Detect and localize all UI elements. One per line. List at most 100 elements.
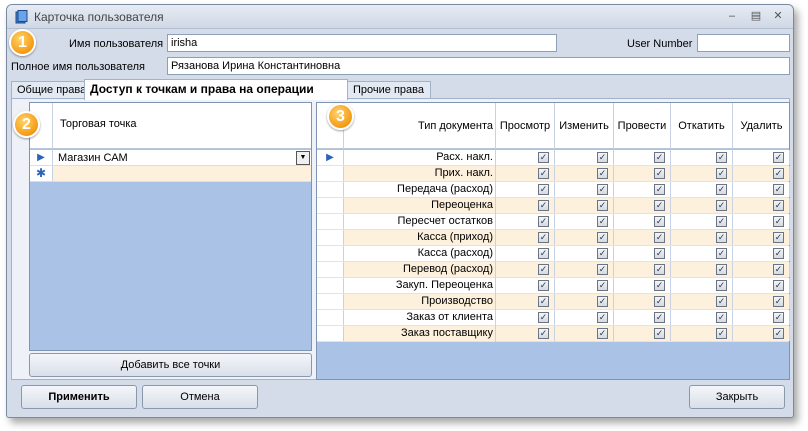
column-divider — [732, 182, 733, 197]
document-rights-row[interactable]: Заказ от клиента ✓ ✓ ✓ ✓ ✓ — [317, 310, 790, 326]
permission-checkbox[interactable]: ✓ — [654, 152, 665, 163]
permission-checkbox[interactable]: ✓ — [597, 168, 608, 179]
sales-point-row[interactable]: ▶ Магазин САМ ▼ — [30, 150, 311, 166]
permission-checkbox[interactable]: ✓ — [597, 184, 608, 195]
document-rights-row[interactable]: Касса (приход) ✓ ✓ ✓ ✓ ✓ — [317, 230, 790, 246]
permission-checkbox[interactable]: ✓ — [654, 216, 665, 227]
permission-checkbox[interactable]: ✓ — [716, 264, 727, 275]
permission-checkbox[interactable]: ✓ — [654, 184, 665, 195]
column-divider — [670, 230, 671, 245]
permission-checkbox[interactable]: ✓ — [597, 216, 608, 227]
new-row[interactable]: ✱ — [30, 166, 311, 182]
permission-checkbox[interactable]: ✓ — [773, 328, 784, 339]
permission-checkbox[interactable]: ✓ — [716, 232, 727, 243]
permission-checkbox[interactable]: ✓ — [597, 152, 608, 163]
document-rights-row[interactable]: Производство ✓ ✓ ✓ ✓ ✓ — [317, 294, 790, 310]
permission-checkbox[interactable]: ✓ — [654, 296, 665, 307]
permission-checkbox[interactable]: ✓ — [773, 248, 784, 259]
permission-checkbox[interactable]: ✓ — [538, 248, 549, 259]
permission-checkbox[interactable]: ✓ — [654, 200, 665, 211]
permission-checkbox[interactable]: ✓ — [716, 280, 727, 291]
permission-checkbox[interactable]: ✓ — [773, 232, 784, 243]
permission-checkbox[interactable]: ✓ — [773, 296, 784, 307]
permission-checkbox[interactable]: ✓ — [773, 184, 784, 195]
document-rights-row[interactable]: Заказ поставщику ✓ ✓ ✓ ✓ ✓ — [317, 326, 790, 342]
tab-general-rights[interactable]: Общие права — [11, 81, 86, 99]
permission-checkbox[interactable]: ✓ — [597, 280, 608, 291]
row-indicator — [317, 326, 344, 341]
permission-checkbox[interactable]: ✓ — [773, 312, 784, 323]
permission-checkbox[interactable]: ✓ — [538, 184, 549, 195]
permission-checkbox[interactable]: ✓ — [716, 328, 727, 339]
permission-checkbox[interactable]: ✓ — [538, 296, 549, 307]
current-row-icon: ▶ — [30, 150, 53, 165]
permission-checkbox[interactable]: ✓ — [654, 280, 665, 291]
permission-checkbox[interactable]: ✓ — [654, 168, 665, 179]
permission-checkbox[interactable]: ✓ — [538, 264, 549, 275]
sales-points-grid[interactable]: Торговая точка ▶ Магазин САМ ▼ ✱ — [29, 102, 312, 351]
permission-checkbox[interactable]: ✓ — [538, 216, 549, 227]
permission-checkbox[interactable]: ✓ — [716, 296, 727, 307]
permission-checkbox[interactable]: ✓ — [597, 248, 608, 259]
permission-checkbox[interactable]: ✓ — [716, 248, 727, 259]
document-rights-row[interactable]: ▶ Расх. накл. ✓ ✓ ✓ ✓ ✓ — [317, 150, 790, 166]
close-icon[interactable]: ✕ — [769, 9, 787, 23]
permission-checkbox[interactable]: ✓ — [654, 264, 665, 275]
sales-point-select[interactable]: Магазин САМ ▼ — [56, 151, 310, 165]
permission-checkbox[interactable]: ✓ — [773, 200, 784, 211]
permission-checkbox[interactable]: ✓ — [716, 152, 727, 163]
permission-checkbox[interactable]: ✓ — [538, 232, 549, 243]
permission-checkbox[interactable]: ✓ — [773, 280, 784, 291]
permission-checkbox[interactable]: ✓ — [716, 216, 727, 227]
close-button[interactable]: Закрыть — [689, 385, 785, 409]
permission-checkbox[interactable]: ✓ — [597, 312, 608, 323]
document-rights-row[interactable]: Касса (расход) ✓ ✓ ✓ ✓ ✓ — [317, 246, 790, 262]
document-rights-grid[interactable]: Тип документа Просмотр Изменить Провести… — [316, 102, 790, 380]
permission-checkbox[interactable]: ✓ — [773, 264, 784, 275]
apply-button[interactable]: Применить — [21, 385, 137, 409]
minimize-icon[interactable]: – — [723, 9, 741, 23]
permission-checkbox[interactable]: ✓ — [654, 248, 665, 259]
permission-checkbox[interactable]: ✓ — [538, 312, 549, 323]
permission-checkbox[interactable]: ✓ — [773, 152, 784, 163]
permission-checkbox[interactable]: ✓ — [654, 232, 665, 243]
permission-checkbox[interactable]: ✓ — [597, 328, 608, 339]
chevron-down-icon[interactable]: ▼ — [296, 151, 310, 165]
tab-other-rights[interactable]: Прочие права — [347, 81, 431, 99]
column-divider — [613, 214, 614, 229]
fullname-field[interactable]: Рязанова Ирина Константиновна — [167, 57, 790, 75]
permission-checkbox[interactable]: ✓ — [538, 200, 549, 211]
document-rights-row[interactable]: Прих. накл. ✓ ✓ ✓ ✓ ✓ — [317, 166, 790, 182]
permission-checkbox[interactable]: ✓ — [773, 168, 784, 179]
permission-checkbox[interactable]: ✓ — [538, 152, 549, 163]
document-rights-row[interactable]: Пересчет остатков ✓ ✓ ✓ ✓ ✓ — [317, 214, 790, 230]
document-rights-row[interactable]: Передача (расход) ✓ ✓ ✓ ✓ ✓ — [317, 182, 790, 198]
permission-checkbox[interactable]: ✓ — [716, 184, 727, 195]
permission-checkbox[interactable]: ✓ — [538, 168, 549, 179]
permission-checkbox[interactable]: ✓ — [773, 216, 784, 227]
tab-access-points[interactable]: Доступ к точкам и права на операции — [84, 79, 348, 100]
cancel-button[interactable]: Отмена — [142, 385, 258, 409]
column-divider — [732, 262, 733, 277]
document-type-cell: Закуп. Переоценка — [344, 278, 496, 294]
permission-checkbox[interactable]: ✓ — [716, 312, 727, 323]
permission-checkbox[interactable]: ✓ — [597, 232, 608, 243]
username-field[interactable]: irisha — [167, 34, 557, 52]
permission-checkbox[interactable]: ✓ — [597, 264, 608, 275]
document-rights-row[interactable]: Переоценка ✓ ✓ ✓ ✓ ✓ — [317, 198, 790, 214]
permission-checkbox[interactable]: ✓ — [538, 280, 549, 291]
permission-checkbox[interactable]: ✓ — [654, 328, 665, 339]
document-rights-row[interactable]: Закуп. Переоценка ✓ ✓ ✓ ✓ ✓ — [317, 278, 790, 294]
column-divider — [613, 294, 614, 309]
user-number-field[interactable] — [697, 34, 790, 52]
maximize-icon[interactable]: ▤ — [747, 9, 765, 23]
permission-checkbox[interactable]: ✓ — [597, 296, 608, 307]
document-rights-row[interactable]: Перевод (расход) ✓ ✓ ✓ ✓ ✓ — [317, 262, 790, 278]
column-delete: Удалить — [740, 120, 783, 132]
permission-checkbox[interactable]: ✓ — [597, 200, 608, 211]
add-all-points-button[interactable]: Добавить все точки — [29, 353, 312, 377]
permission-checkbox[interactable]: ✓ — [716, 200, 727, 211]
permission-checkbox[interactable]: ✓ — [538, 328, 549, 339]
permission-checkbox[interactable]: ✓ — [654, 312, 665, 323]
permission-checkbox[interactable]: ✓ — [716, 168, 727, 179]
